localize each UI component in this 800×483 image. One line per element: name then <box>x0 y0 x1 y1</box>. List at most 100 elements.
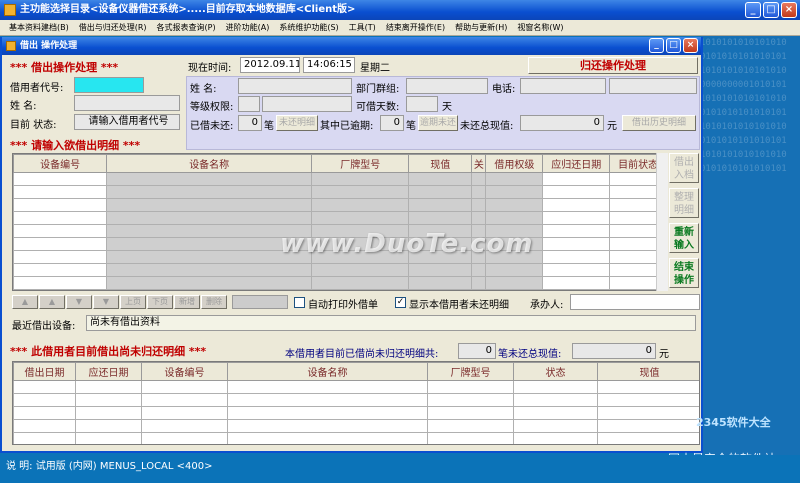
recent-borrow-label: 最近借出设备: <box>12 321 76 332</box>
nav-button-3[interactable]: ▼ <box>93 295 119 309</box>
app-title-bar: 主功能选择目录<设备仪器借还系统>.....目前存取本地数据库<Client版>… <box>0 0 800 20</box>
handler-label: 承办人: <box>530 300 564 311</box>
menu-item-1[interactable]: 借出与归还处理(R) <box>74 20 152 35</box>
overdue-unit: 笔 <box>406 121 416 132</box>
unreturned-grid[interactable]: 借出日期 应还日期 设备编号 设备名称 厂牌型号 状态 现值 <box>12 361 700 445</box>
menu-item-5[interactable]: 工具(T) <box>344 20 381 35</box>
borrow-history-button[interactable]: 借出历史明细 <box>622 115 696 131</box>
nav-button-1[interactable]: ▲ <box>39 295 65 309</box>
child-minimize-button[interactable]: _ <box>649 38 664 53</box>
date-field: 2012.09.11 <box>240 57 300 73</box>
unreturned-col-header: 现值 <box>597 362 699 381</box>
menu-item-8[interactable]: 视窗名称(W) <box>512 20 568 35</box>
borrower-code-input[interactable] <box>74 77 144 93</box>
unreturned-sum-label: 笔未还总现值: <box>498 349 562 360</box>
table-row[interactable] <box>13 211 667 225</box>
child-close-button[interactable]: × <box>683 38 698 53</box>
menu-item-3[interactable]: 进阶功能(A) <box>221 20 275 35</box>
window-icon <box>6 41 16 51</box>
minimize-button[interactable]: _ <box>745 2 761 18</box>
table-row[interactable] <box>13 419 699 433</box>
side-button-3[interactable]: 结束操作 <box>669 258 699 288</box>
level-code-field <box>238 96 260 112</box>
table-row[interactable] <box>13 276 667 290</box>
detail-col-header: 设备名称 <box>106 154 313 173</box>
show-unreturned-checkbox[interactable]: ✓ <box>395 297 406 308</box>
unreturned-sum-unit: 元 <box>659 349 669 360</box>
close-button[interactable]: × <box>781 2 797 18</box>
borrow-detail-grid[interactable]: 设备编号 设备名称 厂牌型号 现值关借用权级 应归还日期 目前状态 <box>12 153 668 291</box>
phone-field-2 <box>609 78 697 94</box>
overdue-label: 其中已逾期: <box>320 121 374 132</box>
return-process-button[interactable]: 归还操作处理 <box>528 57 698 74</box>
unreturned-count-field: 0 <box>238 115 262 131</box>
unreturned-col-header: 借出日期 <box>13 362 76 381</box>
auto-print-label: 自动打印外借单 <box>308 300 378 311</box>
dept-field <box>406 78 488 94</box>
unreturned-count-label: 本借用者目前已借尚未归还明细共: <box>285 349 439 360</box>
weekday-label: 星期二 <box>360 63 390 74</box>
nav-button-6[interactable]: 新增 <box>174 295 200 309</box>
phone-label: 电话: <box>492 84 516 95</box>
auto-print-checkbox[interactable] <box>294 297 305 308</box>
detail-col-header: 应归还日期 <box>542 154 611 173</box>
dept-label: 部门群组: <box>356 84 400 95</box>
table-row[interactable] <box>13 393 699 407</box>
desktop-background-pattern: 1010101010101010 0101010101010101 101010… <box>700 36 800 456</box>
menu-item-4[interactable]: 系统维护功能(S) <box>274 20 343 35</box>
logo-watermark: 2345软件大全 <box>696 416 771 429</box>
table-row[interactable] <box>13 406 699 420</box>
detail-col-header: 现值 <box>408 154 473 173</box>
days-unit: 天 <box>442 102 452 113</box>
menu-item-6[interactable]: 结束离开操作(E) <box>381 20 450 35</box>
table-row[interactable] <box>13 380 699 394</box>
time-field: 14:06:15 <box>303 57 355 73</box>
nav-button-4[interactable]: 上页 <box>120 295 146 309</box>
level-label: 等级权限: <box>190 102 234 113</box>
app-title: 主功能选择目录<设备仪器借还系统>.....目前存取本地数据库<Client版> <box>20 4 356 15</box>
phone-field-1 <box>520 78 606 94</box>
detail-col-header: 借用权级 <box>485 154 544 173</box>
unreturned-detail-button[interactable]: 未还明细 <box>276 115 318 131</box>
show-unreturned-label: 显示本借用者未还明细 <box>409 300 509 311</box>
overdue-detail-button[interactable]: 逾期未还 <box>418 115 458 131</box>
side-button-1[interactable]: 整理明细 <box>669 188 699 218</box>
total-unit-yuan: 元 <box>607 121 617 132</box>
nav-button-5[interactable]: 下页 <box>147 295 173 309</box>
borrower-code-label: 借用者代号: <box>10 83 64 94</box>
status-bar: 说 明: 试用版 (内网) MENUS_LOCAL <400> <box>0 455 800 483</box>
detail-col-header: 关 <box>471 154 487 173</box>
table-row[interactable] <box>13 185 667 199</box>
nav-button-0[interactable]: ▲ <box>12 295 38 309</box>
nav-button-7[interactable]: 删除 <box>201 295 227 309</box>
detail-grid-scrollbar[interactable] <box>656 153 668 291</box>
maximize-button[interactable]: □ <box>763 2 779 18</box>
table-row[interactable] <box>13 172 667 186</box>
child-maximize-button[interactable]: □ <box>666 38 681 53</box>
unreturned-unit: 笔 <box>264 121 274 132</box>
table-row[interactable] <box>13 198 667 212</box>
app-icon <box>4 4 16 16</box>
unreturned-label: 已借未还: <box>190 121 234 132</box>
unreturned-col-header: 设备名称 <box>227 362 428 381</box>
table-row[interactable] <box>13 432 699 444</box>
unreturned-total-label: 未还总现值: <box>460 121 514 132</box>
side-button-2[interactable]: 重新输入 <box>669 223 699 253</box>
nav-button-2[interactable]: ▼ <box>66 295 92 309</box>
borrower-name-field <box>74 95 180 111</box>
menu-item-0[interactable]: 基本资料建档(B) <box>4 20 74 35</box>
menu-item-7[interactable]: 帮助与更新(H) <box>450 20 512 35</box>
now-time-label: 现在时间: <box>188 63 232 74</box>
detail-col-header: 设备编号 <box>13 154 108 173</box>
handler-input[interactable] <box>570 294 700 310</box>
menu-bar: 基本资料建档(B) 借出与归还处理(R) 各式报表查询(P) 进阶功能(A) 系统维护功… <box>0 20 800 36</box>
nav-record-field <box>232 295 288 309</box>
unreturned-col-header: 设备编号 <box>141 362 228 381</box>
days-field <box>406 96 438 112</box>
overdue-count-field: 0 <box>380 115 404 131</box>
side-button-0[interactable]: 借出入档 <box>669 153 699 183</box>
detail-heading: *** 请输入欲借出明细 *** <box>10 139 141 152</box>
menu-item-2[interactable]: 各式报表查询(P) <box>152 20 221 35</box>
borrow-window-title-bar: 借出 操作处理 _ □ × <box>2 37 701 55</box>
table-row[interactable] <box>13 263 667 277</box>
